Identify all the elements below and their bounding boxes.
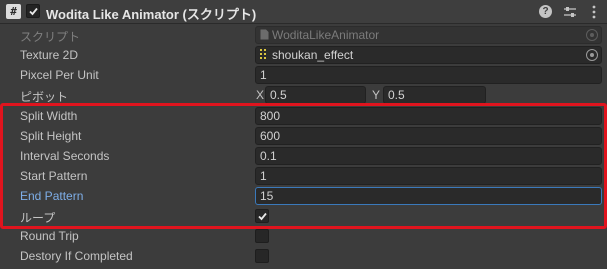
more-options-icon[interactable] [587,4,601,20]
end-pattern-input[interactable]: 15 [255,187,602,205]
round-trip-label: Round Trip [20,229,79,243]
script-value: WoditaLikeAnimator [272,28,380,42]
field-row-start-pattern: Start Pattern 1 [0,166,607,186]
checkmark-icon [258,212,267,221]
start-pattern-input[interactable]: 1 [255,167,602,185]
texture-field[interactable]: shoukan_effect [255,46,602,64]
field-row-split-width: Split Width 800 [0,106,607,126]
field-row-texture: Texture 2D shoukan_effect [0,45,607,65]
field-row-end-pattern: End Pattern 15 [0,186,607,206]
interval-seconds-input[interactable]: 0.1 [255,147,602,165]
script-file-icon [260,29,269,40]
pixels-per-unit-input[interactable]: 1 [255,66,602,84]
texture-value: shoukan_effect [272,48,354,62]
field-row-destroy-if-completed: Destory If Completed [0,246,607,266]
texture-label: Texture 2D [20,48,79,62]
field-row-round-trip: Round Trip [0,226,607,246]
field-row-script: スクリプト WoditaLikeAnimator [0,25,607,45]
script-label: スクリプト [20,30,81,44]
destroy-if-completed-checkbox[interactable] [255,249,269,263]
help-icon[interactable]: ? [539,4,553,20]
start-pattern-label: Start Pattern [20,169,88,183]
round-trip-checkbox[interactable] [255,229,269,243]
field-row-pixels-per-unit: Pixcel Per Unit 1 [0,65,607,85]
pivot-y-label: Y [372,88,381,102]
loop-label: ループ [20,211,56,225]
object-picker-icon[interactable] [586,49,598,61]
presets-icon[interactable] [563,4,577,20]
interval-seconds-label: Interval Seconds [20,149,110,163]
field-row-loop: ループ [0,206,607,226]
loop-checkbox[interactable] [255,209,269,223]
component-enabled-checkbox[interactable] [26,4,40,18]
split-height-input[interactable]: 600 [255,127,602,145]
split-width-input[interactable]: 800 [255,107,602,125]
field-row-interval-seconds: Interval Seconds 0.1 [0,146,607,166]
script-icon: # [6,4,21,19]
checkmark-icon [29,7,38,16]
pivot-x-input[interactable]: 0.5 [265,86,366,104]
component-title: Wodita Like Animator (スクリプト) [46,7,257,22]
pivot-label: ピボット [20,90,69,104]
pivot-y-input[interactable]: 0.5 [383,86,486,104]
field-row-pivot: ピボット X 0.5 Y 0.5 [0,85,607,105]
field-row-split-height: Split Height 600 [0,126,607,146]
script-field: WoditaLikeAnimator [255,26,602,44]
object-picker-icon [586,29,598,41]
pivot-x-label: X [256,88,265,102]
split-width-label: Split Width [20,109,78,123]
pixels-per-unit-label: Pixcel Per Unit [20,68,99,82]
component-header: # Wodita Like Animator (スクリプト) ? [0,0,607,24]
split-height-label: Split Height [20,129,82,143]
destroy-if-completed-label: Destory If Completed [20,249,133,263]
texture-icon [260,49,266,59]
end-pattern-label: End Pattern [20,189,84,203]
